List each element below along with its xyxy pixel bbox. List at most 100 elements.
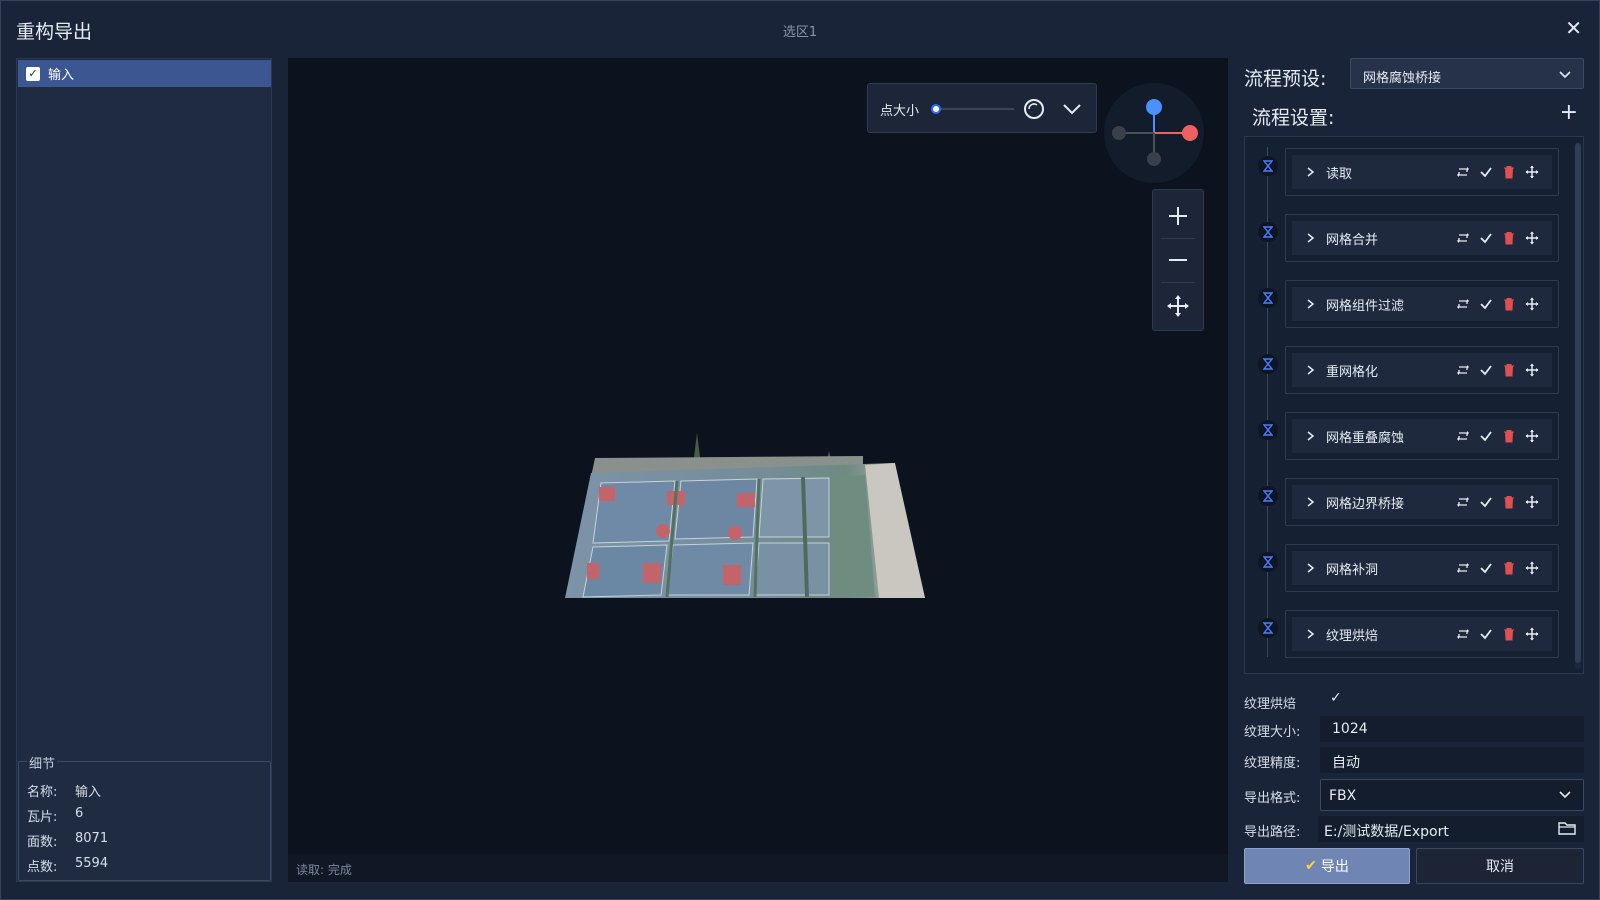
detail-key: 瓦片: [27,810,58,825]
hourglass-icon [1258,156,1278,176]
detail-row-tiles: 瓦片: 6 [27,806,83,825]
repeat-icon[interactable] [1453,558,1473,578]
repeat-icon[interactable] [1453,228,1473,248]
move-icon[interactable] [1522,492,1542,512]
trash-icon[interactable] [1499,492,1519,512]
move-icon[interactable] [1522,426,1542,446]
flow-step-label: 网格组件过滤 [1326,298,1405,314]
repeat-icon[interactable] [1453,294,1473,314]
move-icon[interactable] [1522,228,1542,248]
preset-select[interactable]: 网格腐蚀桥接 [1350,58,1584,89]
check-icon[interactable] [1476,492,1496,512]
chevron-right-icon[interactable] [1304,628,1316,640]
trash-icon[interactable] [1499,294,1519,314]
repeat-icon[interactable] [1453,360,1473,380]
hourglass-icon [1258,486,1278,506]
folder-icon[interactable] [1558,820,1576,840]
detail-value: 5594 [75,856,109,871]
export-format-select[interactable]: FBX [1320,779,1584,811]
checkbox-icon[interactable]: ✓ [26,66,40,81]
trash-icon[interactable] [1499,228,1519,248]
repeat-icon[interactable] [1453,162,1473,182]
chevron-right-icon[interactable] [1304,496,1316,508]
flow-step-label: 重网格化 [1326,364,1379,380]
chevron-right-icon[interactable] [1304,562,1316,574]
chevron-down-icon[interactable] [1060,97,1084,121]
move-icon[interactable] [1522,294,1542,314]
tree-item-input[interactable]: ✓ 输入 [18,60,271,87]
point-size-slider[interactable] [931,104,1014,114]
flow-step-header[interactable]: 网格组件过滤 [1292,287,1552,321]
flow-step: 网格补洞 [1285,544,1559,592]
detail-key: 名称: [27,785,58,800]
chevron-right-icon[interactable] [1304,364,1316,376]
reconstructed-model [563,413,933,603]
texture-precision-value: 自动 [1332,755,1360,771]
trash-icon[interactable] [1499,162,1519,182]
export-button[interactable]: ✔ 导出 [1244,848,1410,884]
detail-row-name: 名称: 输入 [27,781,101,800]
flow-step-header[interactable]: 网格重叠腐蚀 [1292,419,1552,453]
minus-icon[interactable] [1153,238,1203,282]
trash-icon[interactable] [1499,558,1519,578]
move-icon[interactable] [1522,360,1542,380]
flow-step-header[interactable]: 网格边界桥接 [1292,485,1552,519]
repeat-icon[interactable] [1453,624,1473,644]
check-icon[interactable] [1476,294,1496,314]
export-path-input[interactable]: E:/测试数据/Export [1318,816,1584,842]
flow-step-header[interactable]: 网格合并 [1292,221,1552,255]
point-size-knob[interactable] [931,104,942,114]
point-size-toolbar: 点大小 [867,83,1097,133]
move-icon[interactable] [1153,284,1203,328]
check-icon[interactable] [1476,228,1496,248]
trash-icon[interactable] [1499,426,1519,446]
flow-step-label: 网格重叠腐蚀 [1326,430,1405,446]
flow-step: 读取 [1285,148,1559,196]
flow-scrollbar[interactable] [1575,143,1581,669]
hourglass-icon [1258,288,1278,308]
hourglass-icon [1258,420,1278,440]
export-format-label: 导出格式: [1244,791,1301,806]
details-title: 细节 [27,753,58,772]
flow-step: 纹理烘焙 [1285,610,1559,658]
chevron-right-icon[interactable] [1304,298,1316,310]
texture-bake-checkbox[interactable]: ✓ [1330,690,1342,706]
check-icon[interactable] [1476,558,1496,578]
3d-viewport[interactable]: 点大小 读取: 完成 [288,58,1228,882]
trash-icon[interactable] [1499,624,1519,644]
check-icon[interactable] [1476,624,1496,644]
plus-icon[interactable] [1153,194,1203,238]
axis-gizmo[interactable] [1104,83,1204,183]
flow-step-header[interactable]: 网格补洞 [1292,551,1552,585]
trash-icon[interactable] [1499,360,1519,380]
move-icon[interactable] [1522,558,1542,578]
cancel-button[interactable]: 取消 [1416,848,1584,884]
refresh-circle-icon[interactable] [1022,97,1046,121]
neg-x-axis-handle [1112,126,1126,140]
texture-size-input[interactable]: 1024 [1320,716,1584,742]
neg-y-axis-handle [1147,152,1161,166]
flow-scrollbar-thumb[interactable] [1575,143,1581,663]
close-icon[interactable]: ✕ [1565,16,1582,40]
flow-step-header[interactable]: 纹理烘焙 [1292,617,1552,651]
check-icon[interactable] [1476,360,1496,380]
chevron-right-icon[interactable] [1304,166,1316,178]
move-icon[interactable] [1522,624,1542,644]
repeat-icon[interactable] [1453,426,1473,446]
flow-step-header[interactable]: 读取 [1292,155,1552,189]
check-icon[interactable] [1476,162,1496,182]
chevron-right-icon[interactable] [1304,430,1316,442]
flow-step-header[interactable]: 重网格化 [1292,353,1552,387]
chevron-right-icon[interactable] [1304,232,1316,244]
move-icon[interactable] [1522,162,1542,182]
flow-step: 网格合并 [1285,214,1559,262]
flow-steps-list: 读取网格合并网格组件过滤 重网格化网格重叠腐蚀网格边界桥接 网格补洞纹理烘焙 [1244,136,1584,674]
hourglass-icon [1258,354,1278,374]
texture-precision-input[interactable]: 自动 [1320,747,1584,773]
repeat-icon[interactable] [1453,492,1473,512]
scene-tree-panel: ✓ 输入 细节 名称: 输入 瓦片: 6 面数: 8071 点数: 5594 [16,58,272,882]
check-icon[interactable] [1476,426,1496,446]
export-check-icon: ✔ [1305,858,1317,874]
add-step-icon[interactable]: + [1560,102,1578,124]
flow-settings-label: 流程设置: [1252,107,1335,129]
